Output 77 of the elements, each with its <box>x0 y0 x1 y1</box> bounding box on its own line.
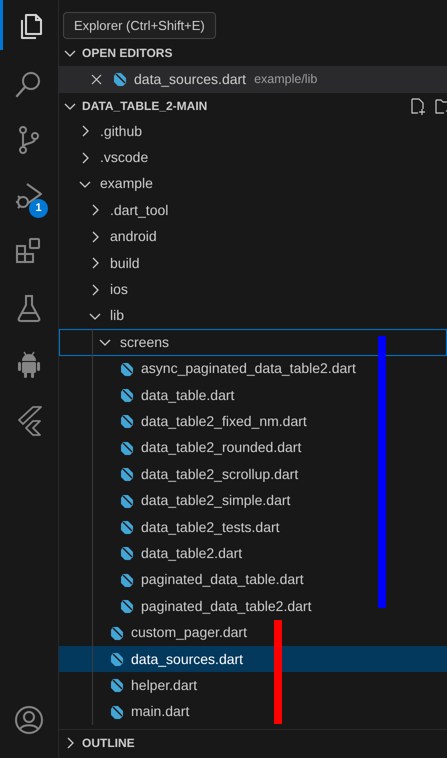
tree-item[interactable]: async_paginated_data_table2.dart <box>59 356 447 382</box>
tree-item[interactable]: build <box>59 250 447 276</box>
section-title: OUTLINE <box>82 734 135 752</box>
file-icon <box>119 519 135 536</box>
file-name: data_table2_rounded.dart <box>141 438 302 458</box>
folder-name: screens <box>120 332 170 352</box>
file-name: data_table2_tests.dart <box>141 518 280 537</box>
tree-item[interactable]: data_table.dart <box>59 382 447 408</box>
tree-item[interactable]: data_sources.dart <box>59 646 447 672</box>
file-icon <box>119 492 135 509</box>
file-icon <box>119 387 135 404</box>
file-name: data_table2.dart <box>141 544 242 563</box>
activity-bar-item[interactable]: 1 <box>0 168 58 224</box>
tree-item[interactable]: android <box>59 224 447 250</box>
file-icon <box>119 466 135 482</box>
tree-item[interactable]: data_table2_simple.dart <box>59 487 447 514</box>
section-header[interactable]: OUTLINE <box>59 729 447 755</box>
tree-item[interactable]: main.dart <box>59 698 447 725</box>
new-folder-icon <box>434 96 447 114</box>
tree-item[interactable]: .dart_tool <box>59 197 447 224</box>
file-name: data_table2_simple.dart <box>141 491 290 510</box>
tree-item[interactable]: .github <box>59 118 447 144</box>
file-icon <box>112 71 128 87</box>
folder-name: ios <box>110 280 128 300</box>
file-name: custom_pager.dart <box>131 623 247 642</box>
folder-name: example <box>100 174 153 194</box>
folder-name: .vscode <box>100 148 148 168</box>
tree-item[interactable]: data_table2_rounded.dart <box>59 434 447 462</box>
folder-name: build <box>110 254 140 273</box>
file-icon <box>119 360 135 377</box>
file-name: helper.dart <box>131 676 198 695</box>
folder-name: lib <box>110 306 124 326</box>
file-icon <box>119 572 135 588</box>
tree-item[interactable]: screens <box>59 329 447 356</box>
file-icon <box>119 545 135 562</box>
file-name: paginated_data_table.dart <box>141 570 304 590</box>
file-icon <box>119 598 135 614</box>
tree-item[interactable]: data_table2_fixed_nm.dart <box>59 408 447 435</box>
tree-item[interactable]: custom_pager.dart <box>59 619 447 646</box>
section-header[interactable]: OPEN EDITORS <box>59 40 447 66</box>
folder-name: android <box>110 227 157 246</box>
file-icon <box>119 440 135 456</box>
new-file-icon <box>409 96 426 114</box>
file-name: main.dart <box>131 702 190 722</box>
tree-item[interactable]: example <box>59 170 447 198</box>
tooltip: Explorer (Ctrl+Shift+E) <box>63 12 216 39</box>
tree-item[interactable]: paginated_data_table2.dart <box>59 593 447 620</box>
section-title: DATA_TABLE_2-MAIN <box>82 98 208 114</box>
file-icon <box>119 413 135 430</box>
file-icon <box>109 651 125 667</box>
account-icon <box>13 704 45 736</box>
file-name: data_sources.dart <box>131 650 244 669</box>
tree-item[interactable]: ios <box>59 276 447 303</box>
tree-item[interactable]: data_table2_scrollup.dart <box>59 461 447 488</box>
file-icon <box>109 624 125 641</box>
close-icon <box>89 72 104 86</box>
file-name: async_paginated_data_table2.dart <box>141 359 356 378</box>
file-icon <box>109 704 125 720</box>
tree-item[interactable]: paginated_data_table.dart <box>59 566 447 594</box>
file-name: data_table.dart <box>141 386 234 405</box>
file-icon <box>109 677 125 694</box>
notification-badge: 1 <box>29 199 48 218</box>
file-name: data_sources.dart <box>134 70 246 89</box>
tree-item[interactable]: data_table2_tests.dart <box>59 514 447 540</box>
section-title: OPEN EDITORS <box>82 45 172 62</box>
file-name: data_table2_fixed_nm.dart <box>141 412 307 431</box>
open-editor-item[interactable]: data_sources.dart example/lib <box>59 66 447 92</box>
tree-item[interactable]: data_table2.dart <box>59 540 447 567</box>
tree-item[interactable]: lib <box>59 302 447 330</box>
tree-item[interactable]: .vscode <box>59 144 447 171</box>
folder-name: .github <box>100 122 142 141</box>
section-header[interactable]: DATA_TABLE_2-MAIN <box>59 92 447 118</box>
folder-name: .dart_tool <box>110 200 168 220</box>
file-name: data_table2_scrollup.dart <box>141 464 298 484</box>
tree-item[interactable]: helper.dart <box>59 672 447 699</box>
file-path: example/lib <box>254 70 318 88</box>
file-name: paginated_data_table2.dart <box>141 596 312 616</box>
